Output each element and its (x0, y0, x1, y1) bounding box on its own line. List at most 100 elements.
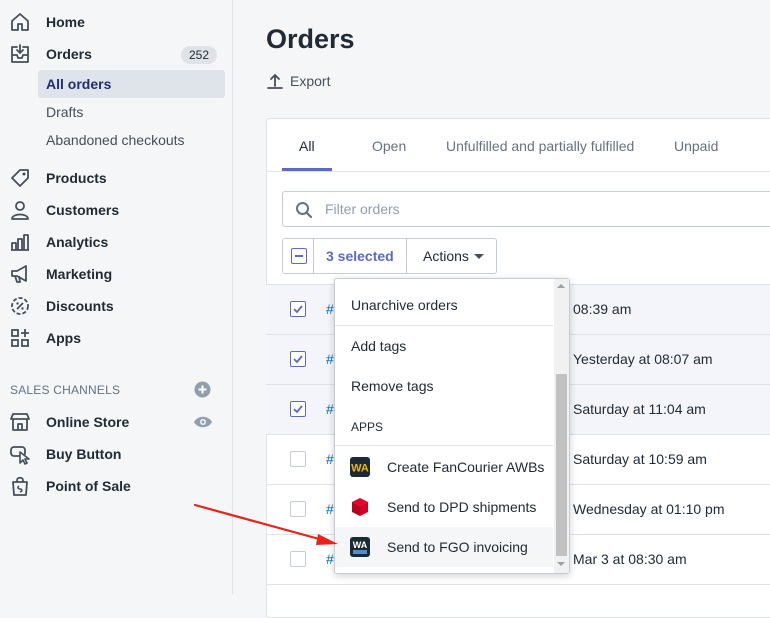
actions-button[interactable]: Actions (407, 239, 496, 273)
order-date: Yesterday at 08:07 am (573, 351, 713, 367)
channel-online-store-label: Online Store (46, 414, 130, 430)
tab-unpaid[interactable]: Unpaid (674, 138, 718, 154)
row-checkbox[interactable] (290, 301, 306, 317)
orders-icon (9, 43, 31, 65)
nav-orders[interactable]: Orders 252 (0, 39, 233, 69)
order-number-link[interactable]: # (326, 451, 334, 467)
eye-icon[interactable] (193, 414, 213, 430)
subnav-drafts[interactable]: Drafts (38, 98, 225, 126)
checkmark-icon (293, 305, 303, 314)
channel-buy-button[interactable]: Buy Button (0, 439, 233, 469)
export-label: Export (290, 73, 331, 89)
tab-all[interactable]: All (299, 138, 315, 154)
nav-home[interactable]: Home (0, 7, 233, 37)
nav-discounts-label: Discounts (46, 298, 114, 314)
menu-item-label: Remove tags (351, 378, 434, 394)
order-number-link[interactable]: # (326, 401, 334, 417)
bar-chart-icon (9, 231, 31, 253)
menu-item-remove-tags[interactable]: Remove tags (335, 366, 553, 406)
nav-customers-label: Customers (46, 202, 120, 218)
nav-discounts[interactable]: Discounts (0, 291, 233, 321)
buy-button-icon (9, 443, 31, 465)
search-icon (296, 202, 313, 219)
apps-icon (9, 327, 31, 349)
order-date: Mar 3 at 08:30 am (573, 551, 687, 567)
nav-apps[interactable]: Apps (0, 323, 233, 353)
order-number-link[interactable]: # (326, 351, 334, 367)
menu-item-label: Unarchive orders (351, 297, 458, 313)
order-date: Saturday at 10:59 am (573, 451, 707, 467)
nav-marketing[interactable]: Marketing (0, 259, 233, 289)
filter-field (282, 191, 770, 227)
order-date: Wednesday at 01:10 pm (573, 501, 725, 517)
menu-item-label: Add tags (351, 338, 407, 354)
person-icon (9, 199, 31, 221)
export-button[interactable]: Export (266, 70, 330, 92)
discount-icon (9, 295, 31, 317)
row-checkbox[interactable] (290, 551, 306, 567)
nav-marketing-label: Marketing (46, 266, 113, 282)
subnav-all-orders-label: All orders (46, 76, 112, 92)
selected-count: 3 selected (326, 248, 394, 264)
tab-unfulfilled[interactable]: Unfulfilled and partially fulfilled (446, 138, 634, 154)
order-number-link[interactable]: # (326, 551, 334, 567)
table-row (266, 584, 770, 594)
nav-analytics-label: Analytics (46, 234, 109, 250)
nav-orders-label: Orders (46, 46, 92, 62)
nav-apps-label: Apps (46, 330, 81, 346)
filter-orders-input[interactable] (323, 200, 727, 218)
row-checkbox[interactable] (290, 351, 306, 367)
menu-item-label: Create FanCourier AWBs (387, 459, 545, 475)
menu-item-add-tags[interactable]: Add tags (335, 326, 553, 366)
scroll-down-arrow-icon[interactable] (557, 562, 565, 566)
checkmark-icon (293, 405, 303, 414)
subnav-abandoned-checkouts[interactable]: Abandoned checkouts (38, 126, 225, 154)
row-checkbox[interactable] (290, 451, 306, 467)
menu-divider (335, 445, 553, 446)
upload-icon (267, 74, 283, 89)
bulk-actions-bar: 3 selected Actions (282, 238, 497, 274)
svg-text:WA: WA (353, 540, 368, 550)
menu-item-create-fancourier-awbs[interactable]: WA Create FanCourier AWBs (335, 447, 553, 487)
actions-label: Actions (423, 248, 469, 264)
shopping-bag-icon (9, 475, 31, 497)
svg-text:WA: WA (351, 463, 369, 475)
sales-channels-header: SALES CHANNELS (10, 383, 121, 397)
menu-item-send-to-fgo-invoicing[interactable]: WA Send to FGO invoicing (335, 527, 553, 567)
row-checkbox[interactable] (290, 401, 306, 417)
megaphone-icon (9, 263, 31, 285)
order-date: 08:39 am (573, 301, 632, 317)
orders-count-badge: 252 (181, 46, 218, 64)
nav-products-label: Products (46, 170, 107, 186)
scroll-up-arrow-icon[interactable] (557, 284, 565, 288)
menu-apps-header: APPS (351, 420, 384, 434)
checkmark-icon (293, 355, 303, 364)
subnav-drafts-label: Drafts (46, 104, 84, 120)
scrollbar-thumb[interactable] (556, 374, 567, 556)
store-icon (9, 411, 31, 433)
nav-analytics[interactable]: Analytics (0, 227, 233, 257)
page-title: Orders (266, 24, 355, 54)
tabs-divider (266, 171, 770, 172)
channel-point-of-sale[interactable]: Point of Sale (0, 471, 233, 501)
order-date: Saturday at 11:04 am (573, 401, 706, 417)
order-number-link[interactable]: # (326, 301, 334, 317)
tag-icon (9, 167, 31, 189)
subnav-abandoned-label: Abandoned checkouts (46, 132, 185, 148)
bulk-select-checkbox[interactable] (291, 248, 307, 264)
menu-item-label: Send to DPD shipments (387, 499, 537, 515)
channel-buy-button-label: Buy Button (46, 446, 122, 462)
nav-products[interactable]: Products (0, 163, 233, 193)
caret-down-icon (474, 254, 484, 259)
nav-customers[interactable]: Customers (0, 195, 233, 225)
actions-dropdown-menu: Unarchive orders Add tags Remove tags AP… (334, 278, 570, 574)
nav-home-label: Home (46, 14, 85, 30)
wa-fgo-app-icon: WA (350, 537, 370, 557)
bulk-divider (313, 239, 314, 273)
tab-open[interactable]: Open (372, 138, 406, 154)
add-channel-icon[interactable] (194, 381, 211, 398)
menu-item-label: Send to FGO invoicing (387, 539, 528, 555)
subnav-all-orders[interactable]: All orders (38, 70, 225, 98)
menu-item-send-to-dpd[interactable]: Send to DPD shipments (335, 487, 553, 527)
menu-item-unarchive-orders[interactable]: Unarchive orders (335, 285, 553, 325)
